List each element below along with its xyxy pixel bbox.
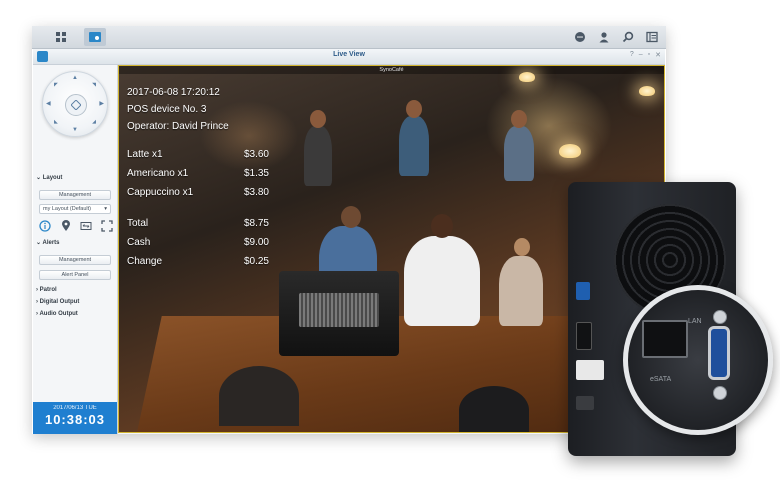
patron [499,256,543,326]
usb3-port [576,282,590,300]
camera-app-icon [89,32,101,42]
window-title: Live View [333,51,365,58]
pendant-lamp [519,72,535,82]
screw-icon [713,310,727,324]
ptz-control[interactable]: ▲ ▼ ◀ ▶ ◤ ◥ ◣ ◢ [42,71,108,137]
digital-output-header[interactable]: › Digital Output [36,299,79,305]
pendant-lamp [559,144,581,158]
pos-operator: Operator: David Prince [127,121,229,132]
close-icon[interactable]: ✕ [655,51,661,59]
minimize-icon[interactable]: – [639,51,643,59]
surveillance-app-button[interactable] [84,28,106,46]
info-icon[interactable] [39,220,51,232]
patron-head [511,110,527,128]
window-titlebar: Live View ? – ▫ ✕ [33,49,665,65]
chevron-down-icon: ⌄ [36,175,43,181]
ptz-up-icon[interactable]: ▲ [72,75,78,81]
patron [399,116,429,176]
grid-icon [56,32,66,42]
customer [459,386,529,432]
barista-head [431,214,453,238]
pos-item: Latte x1 $3.60 [127,149,269,160]
patron [504,126,534,181]
barista-head [341,206,361,228]
pos-total: Total $8.75 [127,218,269,229]
patron-head [310,110,326,128]
location-pin-icon[interactable] [60,220,72,232]
chat-icon[interactable] [572,29,588,45]
crosshair-icon [71,100,81,110]
port-zoom-callout: LAN eSATA [623,285,773,435]
layout-header[interactable]: ⌄ Layout [36,174,62,181]
alerts-management-button[interactable]: Management [39,255,111,265]
pos-total: Cash $9.00 [127,237,269,248]
screw-icon [713,386,727,400]
camera-name: SynoCafé [119,66,664,74]
serial-port [708,326,730,380]
taskbar [32,26,666,49]
patrol-header[interactable]: › Patrol [36,287,57,293]
sidebar: ▲ ▼ ◀ ▶ ◤ ◥ ◣ ◢ ⌄ Layout Management my L… [33,65,118,434]
dropdown-arrow-icon: ▾ [104,206,107,212]
restore-icon[interactable]: ▫ [648,51,650,59]
swap-icon[interactable] [80,220,92,232]
hdmi-port [576,322,592,350]
ptz-down-icon[interactable]: ▼ [72,127,78,133]
ptz-home-button[interactable] [65,94,87,116]
espresso-grill [299,293,379,327]
usb2-ports [576,360,604,380]
clock-widget: 2017/06/13 TUE 10:38:03 [33,402,117,434]
alert-panel-button[interactable]: Alert Panel [39,270,111,280]
ptz-up-right-icon[interactable]: ◥ [92,83,96,88]
patron-head [406,100,422,118]
ptz-down-right-icon[interactable]: ◢ [92,120,96,125]
pendant-lamp [639,86,655,96]
fullscreen-icon[interactable] [101,220,113,232]
pos-item: Cappuccino x1 $3.80 [127,187,269,198]
main-menu-button[interactable] [50,28,72,46]
ptz-left-icon[interactable]: ◀ [46,101,51,107]
layout-management-button[interactable]: Management [39,190,111,200]
pos-timestamp: 2017-06-08 17:20:12 [127,87,220,98]
clock-date: 2017/06/13 TUE [53,405,97,411]
espresso-machine [279,271,399,356]
pos-device: POS device No. 3 [127,104,207,115]
search-icon[interactable] [620,29,636,45]
customer [219,366,299,426]
lan-port [642,320,688,358]
pos-total: Change $0.25 [127,256,269,267]
esata-label: eSATA [650,376,672,383]
widgets-icon[interactable] [644,29,660,45]
ptz-up-left-icon[interactable]: ◤ [54,83,58,88]
pos-overlay: 2017-06-08 17:20:12 POS device No. 3 Ope… [127,84,269,271]
pos-item: Americano x1 $1.35 [127,168,269,179]
patron [304,126,332,186]
lan-label: LAN [688,318,702,325]
user-icon[interactable] [596,29,612,45]
alerts-header[interactable]: ⌄ Alerts [36,239,60,246]
power-port [576,396,594,410]
patron-head [514,238,530,256]
barista [404,236,480,326]
layout-select[interactable]: my Layout (Default) ▾ [39,204,111,214]
ptz-down-left-icon[interactable]: ◣ [54,120,58,125]
clock-time: 10:38:03 [44,412,106,427]
ptz-right-icon[interactable]: ▶ [99,101,104,107]
audio-output-header[interactable]: › Audio Output [36,311,78,317]
help-icon[interactable]: ? [630,51,634,59]
